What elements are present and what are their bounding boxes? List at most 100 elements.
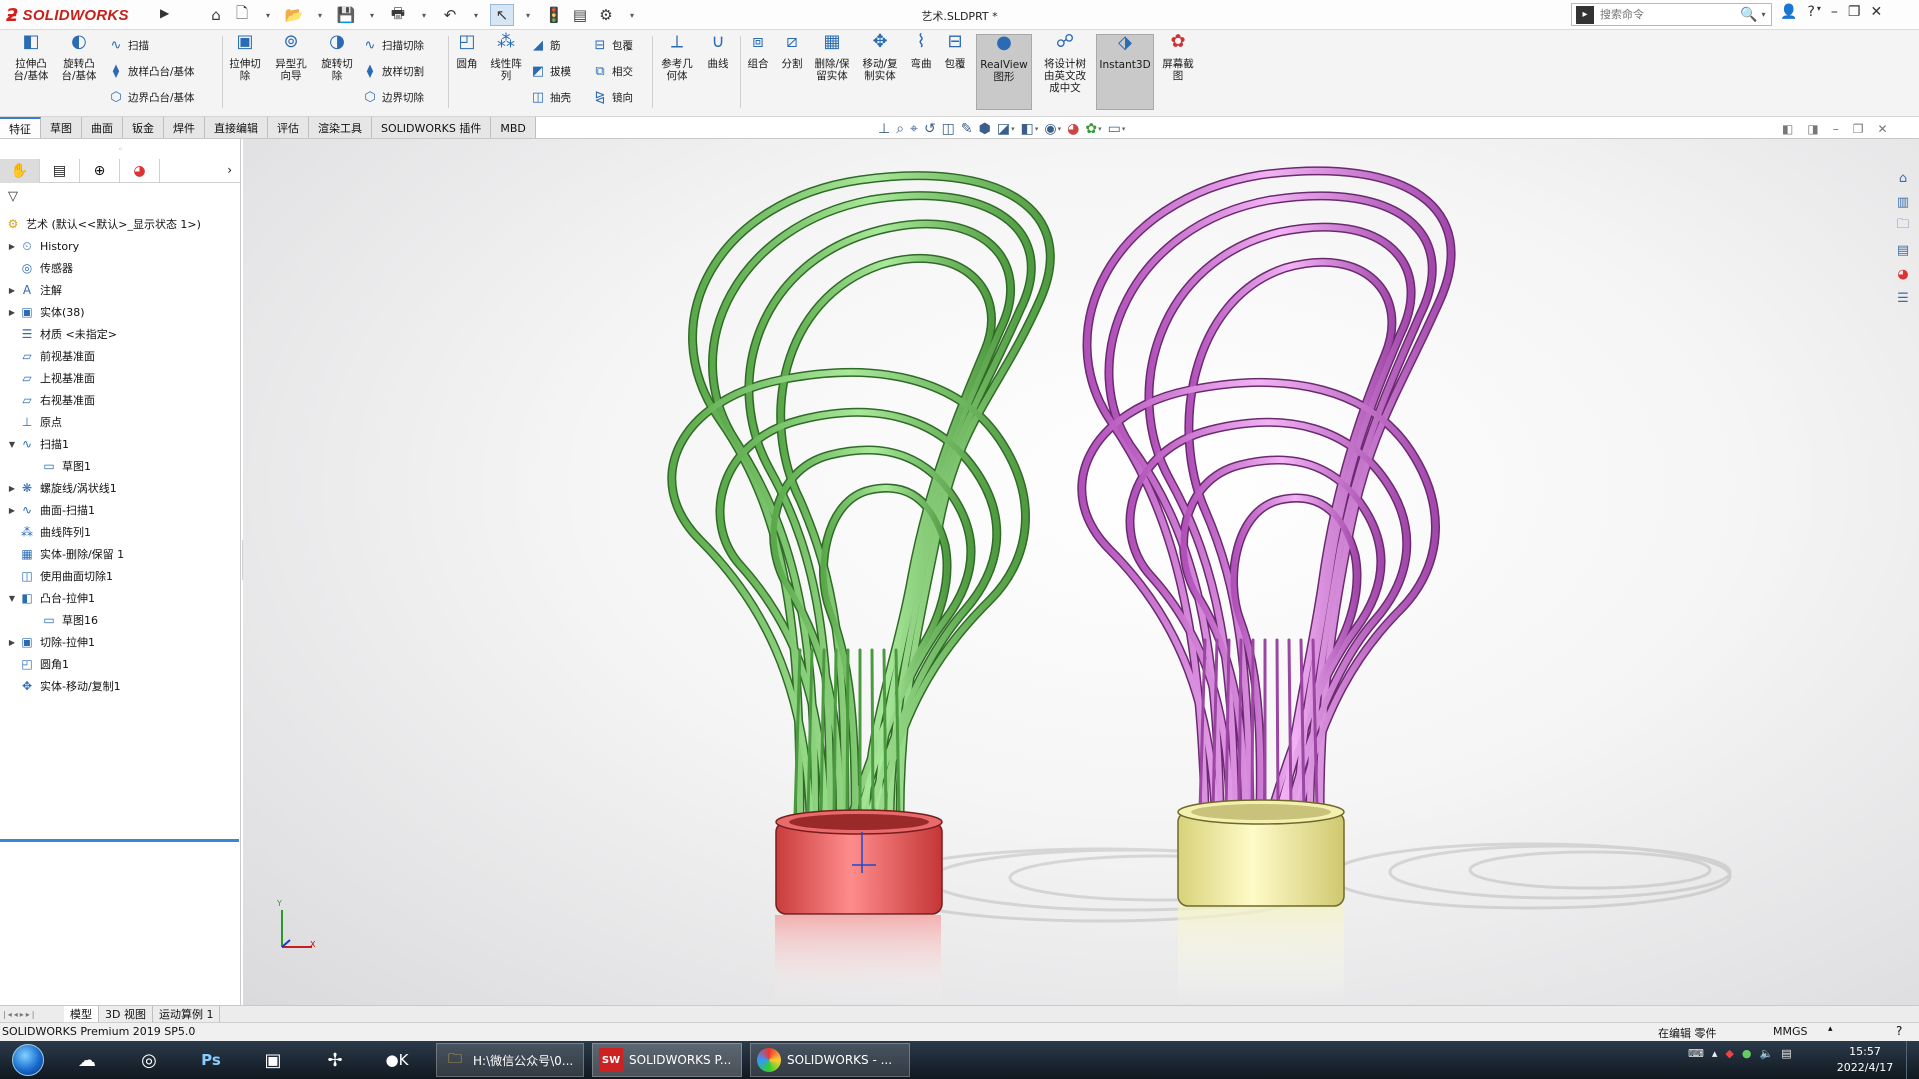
draft-button[interactable]: ◩ 拔模 — [530, 64, 571, 79]
property-manager-tab-icon[interactable]: ▤ — [40, 159, 80, 183]
taskbar-solidworks-launcher[interactable]: SW SOLIDWORKS P... — [592, 1043, 742, 1077]
mirror-button[interactable]: ⧎ 镜向 — [592, 90, 633, 105]
tree-node[interactable]: ▶ A 注解 — [0, 279, 241, 301]
zoom-to-fit-icon[interactable]: ⌕ — [896, 121, 904, 137]
tab-addins[interactable]: SOLIDWORKS 插件 — [372, 117, 492, 139]
keyboard-icon[interactable]: ⌨ — [1688, 1047, 1704, 1060]
taskbar-explorer-window[interactable]: 🗀 H:\微信公众号\0... — [436, 1043, 584, 1077]
tree-node[interactable]: ✥ 实体-移动/复制1 — [0, 675, 241, 697]
tree-node[interactable]: ▱ 上视基准面 — [0, 367, 241, 389]
pinwheel-app-icon[interactable]: ✢ — [312, 1044, 358, 1076]
custom-properties-icon[interactable]: ☰ — [1892, 288, 1914, 308]
shell-button[interactable]: ◫ 抽壳 — [530, 90, 571, 105]
volume-icon[interactable]: 🔈 — [1760, 1047, 1774, 1060]
tree-node[interactable]: ▶ ❋ 螺旋线/涡状线1 — [0, 477, 241, 499]
feature-manager-tab-icon[interactable]: ✋ — [0, 159, 40, 183]
screen-capture-button[interactable]: ✿ 屏幕截 图 — [1158, 33, 1198, 83]
tree-node[interactable]: ▶ ⏲ History — [0, 235, 241, 257]
close-icon[interactable]: ✕ — [1877, 122, 1887, 136]
chevron-right-icon[interactable]: › — [227, 163, 232, 177]
tree-node[interactable]: ⊥ 原点 — [0, 411, 241, 433]
tree-node[interactable]: ▱ 前视基准面 — [0, 345, 241, 367]
translate-tree-button[interactable]: ☍ 将设计树 由英文改 成中文 — [1036, 33, 1094, 95]
system-clock[interactable]: 15:57 2022/4/17 — [1832, 1044, 1898, 1076]
expand-arrow-icon[interactable]: ▶ — [6, 506, 18, 515]
tree-node[interactable]: ▱ 右视基准面 — [0, 389, 241, 411]
help-icon[interactable]: ? — [1807, 4, 1814, 20]
tree-node[interactable]: ⁂ 曲线阵列1 — [0, 521, 241, 543]
tree-node[interactable]: ☰ 材质 <未指定> — [0, 323, 241, 345]
intersect-button[interactable]: ⧉ 相交 — [592, 64, 633, 79]
swept-cut-button[interactable]: ∿ 扫描切除 — [362, 38, 424, 53]
wrap-button[interactable]: ⊟ 包覆 — [592, 38, 633, 53]
tile-right-icon[interactable]: ◨ — [1807, 122, 1818, 136]
loft-boss-button[interactable]: ⧫ 放样凸台/基体 — [108, 64, 195, 79]
tab-sketch[interactable]: 草图 — [41, 117, 82, 139]
zoom-to-area-icon[interactable]: ⌖ — [910, 121, 918, 137]
extrude-boss-button[interactable]: ◧ 拉伸凸 台/基体 — [8, 33, 54, 83]
view-settings-icon[interactable]: ✿ — [1085, 121, 1097, 137]
tab-3d-views[interactable]: 3D 视图 — [99, 1006, 153, 1022]
boundary-cut-button[interactable]: ⬡ 边界切除 — [362, 90, 424, 105]
tile-left-icon[interactable]: ◧ — [1782, 122, 1793, 136]
view-palette-icon[interactable]: ▤ — [1892, 240, 1914, 260]
close-icon[interactable]: ✕ — [1870, 4, 1882, 20]
section-view-icon[interactable]: ◫ — [942, 121, 955, 137]
tree-node[interactable]: ▭ 草图1 — [0, 455, 241, 477]
file-explorer-icon[interactable]: 🗀 — [1892, 216, 1914, 236]
linear-pattern-button[interactable]: ⁂ 线性阵 列 — [486, 33, 526, 83]
panel-grip[interactable]: ◦ — [118, 145, 123, 154]
tab-direct-editing[interactable]: 直接编辑 — [205, 117, 268, 139]
tab-render-tools[interactable]: 渲染工具 — [309, 117, 372, 139]
revolve-boss-button[interactable]: ◐ 旋转凸 台/基体 — [56, 33, 102, 83]
realview-button[interactable]: ● RealView 图形 — [976, 34, 1032, 110]
quick-tips-icon[interactable]: ? — [1896, 1024, 1902, 1038]
image-viewer-icon[interactable]: ▣ — [250, 1044, 296, 1076]
apply-scene-icon[interactable]: ◕ — [1067, 121, 1079, 137]
filter-icon[interactable]: ▽ — [8, 189, 18, 204]
display-style-icon[interactable]: ◪ — [997, 121, 1010, 137]
tab-features[interactable]: 特征 — [0, 117, 41, 139]
collapse-arrow-icon[interactable]: ▼ — [6, 440, 18, 449]
tree-node[interactable]: ◎ 传感器 — [0, 257, 241, 279]
dynamic-annotation-icon[interactable]: ✎ — [961, 121, 973, 137]
tab-scroll-arrows[interactable]: |◂◂▸▸| — [0, 1010, 64, 1019]
chevron-down-icon[interactable]: ▾ — [1098, 125, 1102, 133]
expand-arrow-icon[interactable]: ▶ — [6, 638, 18, 647]
previous-view-icon[interactable]: ↺ — [924, 121, 936, 137]
user-icon[interactable]: 👤 — [1780, 4, 1797, 20]
chevron-down-icon[interactable]: ▾ — [1058, 125, 1062, 133]
show-desktop-button[interactable] — [1906, 1041, 1919, 1079]
minimize-icon[interactable]: – — [1831, 4, 1838, 20]
antivirus-icon[interactable]: ◆ — [1725, 1047, 1733, 1060]
sweep-button[interactable]: ∿ 扫描 — [108, 38, 149, 53]
tree-node[interactable]: ▶ ▣ 切除-拉伸1 — [0, 631, 241, 653]
tree-node[interactable]: ◰ 圆角1 — [0, 653, 241, 675]
tab-sheet-metal[interactable]: 钣金 — [123, 117, 164, 139]
hide-show-items-icon[interactable]: ◧ — [1021, 121, 1034, 137]
restore-icon[interactable]: ❐ — [1848, 4, 1861, 20]
tab-motion-study[interactable]: 运动算例 1 — [153, 1006, 221, 1022]
taskbar-solidworks-window[interactable]: SOLIDWORKS - ... — [750, 1043, 910, 1077]
solidworks-resources-icon[interactable]: ⌂ — [1892, 168, 1914, 188]
tree-node[interactable]: ▼ ∿ 扫描1 — [0, 433, 241, 455]
search-icon[interactable]: 🔍 — [1740, 7, 1757, 23]
expand-arrow-icon[interactable]: ▶ — [6, 308, 18, 317]
wrap-big-button[interactable]: ⊟ 包覆 — [940, 33, 970, 71]
edit-appearance-icon[interactable]: ◉ — [1044, 121, 1056, 137]
rib-button[interactable]: ◢ 筋 — [530, 38, 561, 53]
tab-surfaces[interactable]: 曲面 — [82, 117, 123, 139]
curves-button[interactable]: ∪ 曲线 — [700, 33, 736, 71]
tree-node[interactable]: ▭ 草图16 — [0, 609, 241, 631]
lofted-cut-button[interactable]: ⧫ 放样切割 — [362, 64, 424, 79]
revolve-cut-button[interactable]: ◑ 旋转切 除 — [316, 33, 358, 83]
reference-geometry-button[interactable]: ⟂ 参考几 何体 — [656, 33, 698, 83]
search-input[interactable] — [1598, 7, 1738, 22]
display-monitor-icon[interactable]: ▭ — [1108, 121, 1121, 137]
configuration-manager-tab-icon[interactable]: ⊕ — [80, 159, 120, 183]
boundary-boss-button[interactable]: ⬡ 边界凸台/基体 — [108, 90, 194, 105]
graphics-area[interactable] — [243, 139, 1919, 1005]
hole-wizard-button[interactable]: ⊚ 异型孔 向导 — [268, 33, 314, 83]
tree-node[interactable]: ▶ ∿ 曲面-扫描1 — [0, 499, 241, 521]
split-button[interactable]: ⧄ 分割 — [776, 33, 808, 71]
